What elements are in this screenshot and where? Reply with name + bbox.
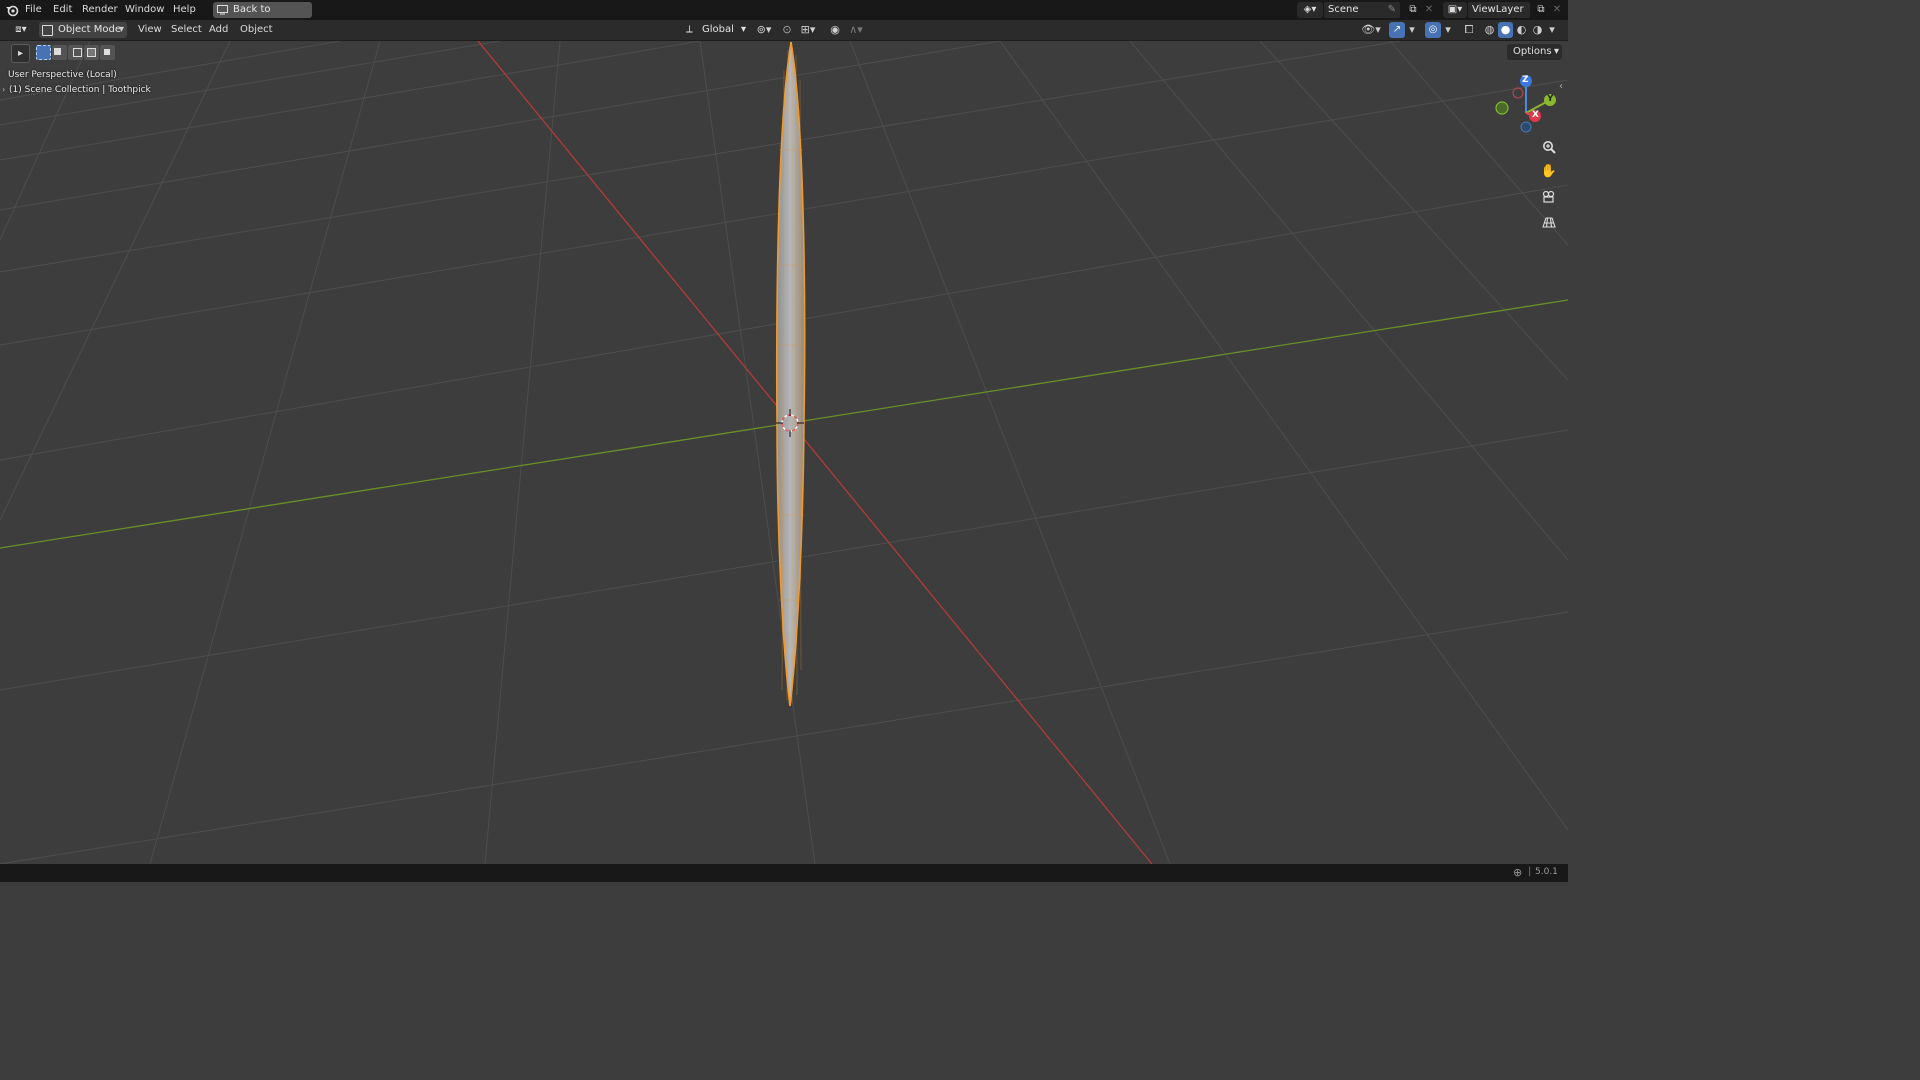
menu-file[interactable]: File [25, 0, 42, 20]
scene-name: Scene [1328, 4, 1359, 15]
grid-icon[interactable] [1538, 211, 1560, 233]
pin-icon[interactable]: ✎ [1388, 2, 1396, 18]
gizmo-z-label: Z [1522, 75, 1529, 85]
menu-render[interactable]: Render [82, 0, 118, 20]
menu-view[interactable]: View [138, 20, 162, 40]
x-axis-line [477, 41, 1153, 864]
top-bar: File Edit Render Window Help Back to Pre… [0, 0, 1568, 31]
gizmo-x-label: X [1532, 110, 1539, 120]
network-icon: ⊕ [1513, 866, 1523, 879]
mode-dropdown[interactable]: Object Mode ▾ [39, 22, 127, 38]
orientation-label: Global [702, 24, 734, 35]
material-shading-icon[interactable]: ◐ [1514, 22, 1529, 38]
transform-orientation-dropdown[interactable]: ⟂ Global ▾ [684, 22, 746, 38]
options-label: Options [1513, 46, 1552, 57]
shading-dropdown-icon[interactable]: ▾ [1546, 22, 1558, 38]
overlays-toggle-icon[interactable]: ◎ [1425, 22, 1441, 38]
xray-toggle-icon[interactable]: ⧠ [1461, 22, 1477, 38]
options-dropdown[interactable]: Options ▾ [1507, 44, 1562, 60]
select-tool-button[interactable]: ▸ [11, 44, 30, 63]
menu-add[interactable]: Add [209, 20, 228, 40]
gizmo-y-label: Y [1547, 94, 1554, 104]
chevron-down-icon: ▾ [740, 24, 746, 35]
new-view-layer-icon[interactable]: ⧉ [1533, 2, 1549, 18]
view-layer-name: ViewLayer [1472, 4, 1524, 15]
view-perspective-label: User Perspective (Local) [8, 70, 117, 80]
pivot-point-icon[interactable]: ⊚▾ [752, 22, 776, 38]
solid-shading-icon[interactable]: ● [1498, 22, 1513, 38]
falloff-icon[interactable]: ∧▾ [845, 22, 867, 38]
menu-window[interactable]: Window [125, 0, 164, 20]
snap-toggle-icon[interactable]: ⊙ [780, 22, 794, 38]
select-intersect-icon[interactable] [100, 45, 115, 60]
proportional-edit-icon[interactable]: ◉ [828, 22, 842, 38]
gizmo-toggle-icon[interactable]: ↗ [1389, 22, 1405, 38]
hand-icon[interactable]: ✋ [1538, 161, 1560, 183]
delete-scene-icon[interactable]: ✕ [1422, 2, 1436, 18]
expand-arrow-icon[interactable]: › [2, 85, 5, 94]
overlays-dropdown-icon[interactable]: ▾ [1442, 22, 1454, 38]
toothpick-object[interactable] [775, 41, 806, 707]
gizmo-dropdown-icon[interactable]: ▾ [1406, 22, 1418, 38]
chevron-down-icon: ▾ [1553, 46, 1559, 57]
select-subtract-icon[interactable] [68, 45, 83, 60]
select-extend-icon[interactable] [52, 45, 67, 60]
delete-view-layer-icon[interactable]: ✕ [1550, 2, 1564, 18]
menu-select[interactable]: Select [171, 20, 202, 40]
select-new-icon[interactable] [36, 45, 51, 60]
back-to-previous-button[interactable]: Back to Previous [213, 2, 312, 31]
orientation-icon: ⟂ [686, 24, 693, 35]
menu-edit[interactable]: Edit [53, 0, 72, 20]
collection-label: (1) Scene Collection | Toothpick [9, 85, 151, 95]
3d-viewport[interactable]: ▸ User Perspective (Local) (1) Scene Col… [0, 41, 1568, 864]
zoom-icon[interactable] [1538, 136, 1560, 158]
blender-logo-icon[interactable] [5, 3, 19, 17]
viewport-header: ⧈▾ Object Mode ▾ View Select Add Object … [0, 20, 1568, 41]
snap-target-icon[interactable]: ⊞▾ [796, 22, 820, 38]
version-label: 5.0.1 [1535, 867, 1558, 877]
screen-icon [217, 5, 228, 15]
view-layer-type-icon[interactable]: ▣▾ [1443, 2, 1467, 18]
status-bar: ⊕ | 5.0.1 [0, 864, 1568, 882]
rendered-shading-icon[interactable]: ◑ [1530, 22, 1545, 38]
view-layer-selector[interactable]: ViewLayer [1468, 2, 1530, 18]
object-mode-icon [42, 25, 53, 36]
chevron-down-icon: ▾ [118, 24, 124, 35]
scene-selector[interactable]: Scene ✎ [1324, 2, 1400, 18]
select-mode-group [35, 44, 115, 61]
editor-type-button[interactable]: ⧈▾ [8, 22, 34, 38]
menu-object[interactable]: Object [240, 20, 273, 40]
camera-icon[interactable] [1538, 186, 1560, 208]
separator: | [1528, 866, 1532, 877]
viewport-canvas[interactable] [0, 41, 1568, 864]
select-invert-icon[interactable] [84, 45, 99, 60]
visibility-icon[interactable]: 👁▾ [1358, 22, 1384, 38]
scene-type-icon[interactable]: ◈▾ [1297, 2, 1323, 18]
new-scene-icon[interactable]: ⧉ [1405, 2, 1421, 18]
mode-label: Object Mode [58, 24, 121, 35]
menu-help[interactable]: Help [173, 0, 196, 20]
wireframe-shading-icon[interactable]: ◍ [1482, 22, 1497, 38]
